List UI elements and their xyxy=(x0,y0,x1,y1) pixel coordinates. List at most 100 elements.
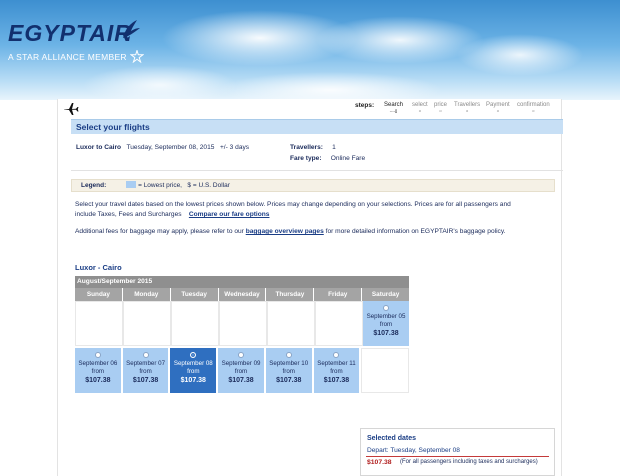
date-radio-selected[interactable] xyxy=(190,352,197,358)
cell-from: from xyxy=(379,321,393,328)
booking-panel: steps: Search ----[] select o price o Tr… xyxy=(57,99,563,476)
cell-date: September 10 xyxy=(269,360,309,367)
travellers-row: Travellers: 1 xyxy=(290,144,336,151)
cell-from: from xyxy=(282,368,295,375)
step-price-marker: o xyxy=(439,108,442,113)
airplane-icon xyxy=(64,103,79,115)
summary-price-note: (For all passengers including taxes and … xyxy=(400,459,538,465)
date-radio[interactable] xyxy=(383,305,389,311)
cell-date: September 06 xyxy=(78,360,118,367)
step-select-marker: o xyxy=(418,108,421,113)
fare-type-label: Fare type: xyxy=(290,155,322,162)
calendar-cell-empty xyxy=(315,301,363,346)
calendar-cell-sep-10[interactable]: September 10 from $107.38 xyxy=(265,348,314,393)
cell-date: September 05 xyxy=(366,313,406,320)
step-travellers-marker: o xyxy=(465,108,469,113)
travellers-label: Travellers: xyxy=(290,144,323,151)
baggage-paragraph: Additional fees for baggage may apply, p… xyxy=(75,227,560,237)
summary-price: $107.38 xyxy=(367,459,392,466)
summary-depart: Depart: Tuesday, September 08 xyxy=(367,447,460,454)
selected-dates-summary: Selected dates Depart: Tuesday, Septembe… xyxy=(360,428,555,476)
horus-bird-icon xyxy=(123,20,140,41)
cell-from: from xyxy=(187,368,200,375)
date-radio[interactable] xyxy=(285,352,292,358)
baggage-overview-link[interactable]: baggage overview pages xyxy=(246,228,324,235)
cell-date: September 07 xyxy=(126,360,166,367)
weekday-monday: Monday xyxy=(123,288,171,301)
step-travellers: Travellers o xyxy=(454,102,480,114)
calendar-route-title: Luxor - Cairo xyxy=(75,263,122,272)
calendar-week-2: September 06 from $107.38 September 07 f… xyxy=(75,348,410,395)
summary-divider xyxy=(366,456,549,457)
calendar-cell-empty xyxy=(75,301,123,346)
legend-currency: $ = U.S. Dollar xyxy=(187,182,230,189)
step-select: select o xyxy=(412,102,428,114)
weekday-friday: Friday xyxy=(314,288,363,301)
calendar-cell-sep-05[interactable]: September 05 from $107.38 xyxy=(363,301,409,346)
info-paragraph: Select your travel dates based on the lo… xyxy=(75,200,560,220)
trip-route: Luxor to Cairo Tuesday, September 08, 20… xyxy=(76,144,249,151)
cell-date: September 08 xyxy=(173,360,213,367)
fare-type-value: Online Fare xyxy=(330,155,366,162)
cell-price: $107.38 xyxy=(228,377,254,384)
header-banner xyxy=(0,0,620,100)
step-payment-marker: o xyxy=(496,108,499,113)
trip-flex-days: +/- 3 days xyxy=(219,144,250,151)
weekday-tuesday: Tuesday xyxy=(171,288,219,301)
step-search-marker: ----[] xyxy=(389,108,398,113)
trip-date: Tuesday, September 08, 2015 xyxy=(126,144,215,151)
calendar-cell-empty xyxy=(267,301,315,346)
step-payment: Payment o xyxy=(486,102,510,114)
steps-label: steps: xyxy=(355,102,375,109)
cell-price: $107.38 xyxy=(373,330,399,337)
calendar-cell-empty xyxy=(361,348,410,393)
fare-type-row: Fare type: Online Fare xyxy=(290,155,365,162)
cell-from: from xyxy=(234,368,248,375)
steps-bar: steps: Search ----[] select o price o Tr… xyxy=(58,99,563,119)
calendar-cell-sep-07[interactable]: September 07 from $107.38 xyxy=(122,348,171,393)
cell-price: $107.38 xyxy=(276,377,302,384)
egyptair-logo[interactable]: EGYPTAIR xyxy=(8,20,132,47)
baggage-text-pre: Additional fees for baggage may apply, p… xyxy=(75,228,244,235)
info-line-2: include Taxes, Fees and Surcharges xyxy=(75,211,182,218)
calendar-cell-empty xyxy=(123,301,171,346)
calendar-weekdays: Sunday Monday Tuesday Wednesday Thursday… xyxy=(75,288,409,301)
cell-from: from xyxy=(91,368,105,375)
fare-calendar: August/September 2015 Sunday Monday Tues… xyxy=(75,276,410,395)
weekday-saturday: Saturday xyxy=(371,291,400,298)
travellers-value: 1 xyxy=(332,144,336,151)
date-radio[interactable] xyxy=(94,352,101,358)
calendar-cell-sep-08-selected[interactable]: September 08 from $107.38 xyxy=(170,348,219,393)
legend-label: Legend: xyxy=(81,182,107,189)
weekday-sunday: Sunday xyxy=(75,288,123,301)
calendar-month-header: August/September 2015 xyxy=(75,276,409,288)
lowest-price-swatch xyxy=(126,181,137,188)
calendar-cell-sep-06[interactable]: September 06 from $107.38 xyxy=(75,348,123,393)
cell-date: September 09 xyxy=(221,360,261,367)
step-confirmation: confirmation o xyxy=(517,102,550,114)
date-radio[interactable] xyxy=(238,352,245,358)
calendar-cell-empty xyxy=(219,301,267,346)
cell-price: $107.38 xyxy=(180,377,206,384)
summary-title: Selected dates xyxy=(367,435,417,442)
route-text: Luxor to Cairo xyxy=(76,144,122,151)
cell-price: $107.38 xyxy=(132,377,159,384)
cell-date: September 11 xyxy=(317,360,356,367)
compare-fare-options-link[interactable]: Compare our fare options xyxy=(189,211,270,218)
weekday-wednesday: Wednesday xyxy=(219,288,267,301)
baggage-text-post: for more detailed information on EGYPTAI… xyxy=(325,228,506,235)
star-alliance-tagline: A STAR ALLIANCE MEMBER xyxy=(8,52,127,62)
calendar-week-1: September 05 from $107.38 xyxy=(75,301,409,348)
calendar-cell-empty xyxy=(171,301,219,346)
cell-from: from xyxy=(330,368,343,375)
step-search: Search ----[] xyxy=(384,102,403,114)
step-price: price o xyxy=(434,102,447,114)
cell-price: $107.38 xyxy=(85,377,111,384)
weekday-thursday: Thursday xyxy=(266,288,315,301)
date-radio[interactable] xyxy=(333,352,340,358)
calendar-cell-sep-09[interactable]: September 09 from $107.38 xyxy=(218,348,266,393)
star-alliance-icon xyxy=(130,50,144,63)
date-radio[interactable] xyxy=(142,352,149,358)
step-confirmation-marker: o xyxy=(532,108,535,113)
calendar-cell-sep-11[interactable]: September 11 from $107.38 xyxy=(313,348,362,393)
